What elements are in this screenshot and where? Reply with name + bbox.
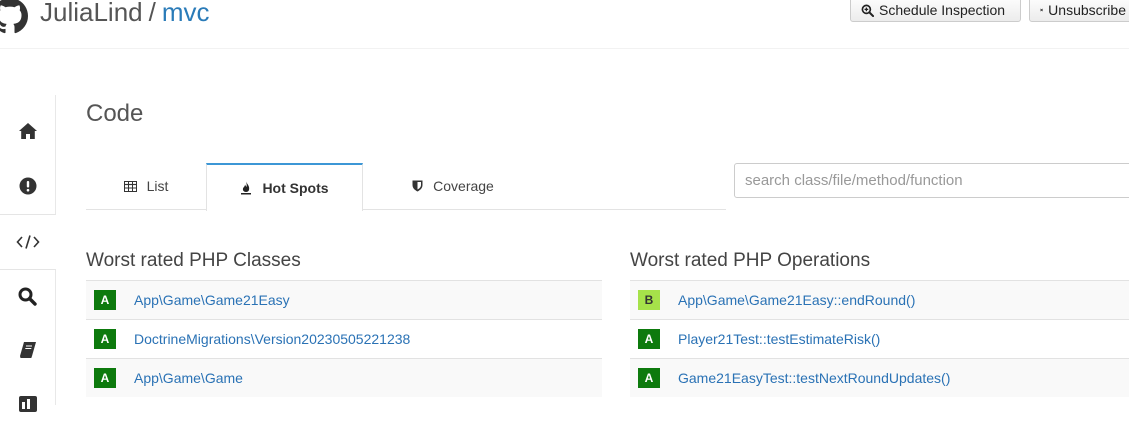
tab-hot-spots-label: Hot Spots [262, 180, 329, 196]
sidebar-item-dashboard[interactable] [0, 377, 55, 431]
search-icon [18, 287, 37, 306]
grade-badge: A [94, 290, 116, 310]
list-item: A DoctrineMigrations\Version202305052212… [86, 319, 602, 358]
grade-badge: A [94, 368, 116, 388]
table-icon [123, 180, 137, 192]
operation-link[interactable]: Game21EasyTest::testNextRoundUpdates() [678, 370, 950, 386]
list-item: B App\Game\Game21Easy::endRound() [630, 280, 1129, 319]
tab-list[interactable]: List [86, 163, 206, 209]
classes-section-title: Worst rated PHP Classes [86, 250, 301, 271]
unsubscribe-label: Unsubscribe [1048, 2, 1126, 18]
dashboard-icon [18, 396, 37, 412]
class-link[interactable]: App\Game\Game21Easy [134, 292, 290, 308]
shield-icon [412, 180, 423, 192]
code-tabs: List Hot Spots Coverage [86, 163, 726, 211]
schedule-inspection-button[interactable]: Schedule Inspection [850, 0, 1021, 22]
home-icon [18, 123, 37, 139]
tab-coverage-label: Coverage [433, 178, 494, 194]
sidebar-item-search[interactable] [0, 269, 55, 323]
repo-separator: / [148, 0, 156, 27]
search-input[interactable] [734, 163, 1129, 198]
tab-hot-spots[interactable]: Hot Spots [206, 163, 363, 211]
worst-operations-list: B App\Game\Game21Easy::endRound() A Play… [630, 280, 1129, 397]
code-icon [16, 235, 40, 249]
page-title: Code [86, 100, 144, 127]
operations-section-title: Worst rated PHP Operations [630, 250, 871, 271]
grade-badge: A [94, 329, 116, 349]
repo-name-link[interactable]: mvc [162, 0, 210, 27]
schedule-inspection-label: Schedule Inspection [879, 2, 1006, 18]
repo-title: JuliaLind / mvc [40, 0, 210, 30]
unsubscribe-button[interactable]: Unsubscribe [1029, 0, 1129, 22]
sidebar-item-code[interactable] [0, 214, 56, 270]
operation-link[interactable]: App\Game\Game21Easy::endRound() [678, 292, 915, 308]
sidebar-nav [0, 95, 56, 412]
repo-owner-link[interactable]: JuliaLind [40, 0, 143, 27]
tab-coverage[interactable]: Coverage [363, 163, 543, 209]
repo-header: JuliaLind / mvc Schedule Inspection Unsubs… [0, 0, 1129, 49]
sidebar-item-issues[interactable] [0, 159, 55, 213]
book-icon [19, 342, 36, 358]
close-icon [1040, 8, 1043, 12]
issues-icon [19, 177, 36, 195]
search-plus-icon [861, 4, 874, 17]
list-item: A Game21EasyTest::testNextRoundUpdates() [630, 358, 1129, 397]
fire-icon [241, 181, 252, 195]
list-item: A App\Game\Game21Easy [86, 280, 602, 319]
worst-classes-list: A App\Game\Game21Easy A DoctrineMigratio… [86, 280, 602, 397]
list-item: A Player21Test::testEstimateRisk() [630, 319, 1129, 358]
grade-badge: A [638, 368, 660, 388]
class-link[interactable]: App\Game\Game [134, 370, 243, 386]
tab-list-label: List [146, 178, 169, 194]
list-item: A App\Game\Game [86, 358, 602, 397]
class-link[interactable]: DoctrineMigrations\Version20230505221238 [134, 331, 410, 347]
sidebar-item-docs[interactable] [0, 323, 55, 377]
sidebar-item-home[interactable] [0, 104, 55, 158]
grade-badge: A [638, 329, 660, 349]
operation-link[interactable]: Player21Test::testEstimateRisk() [678, 331, 880, 347]
github-logo-icon[interactable] [0, 0, 28, 34]
grade-badge: B [638, 290, 660, 310]
